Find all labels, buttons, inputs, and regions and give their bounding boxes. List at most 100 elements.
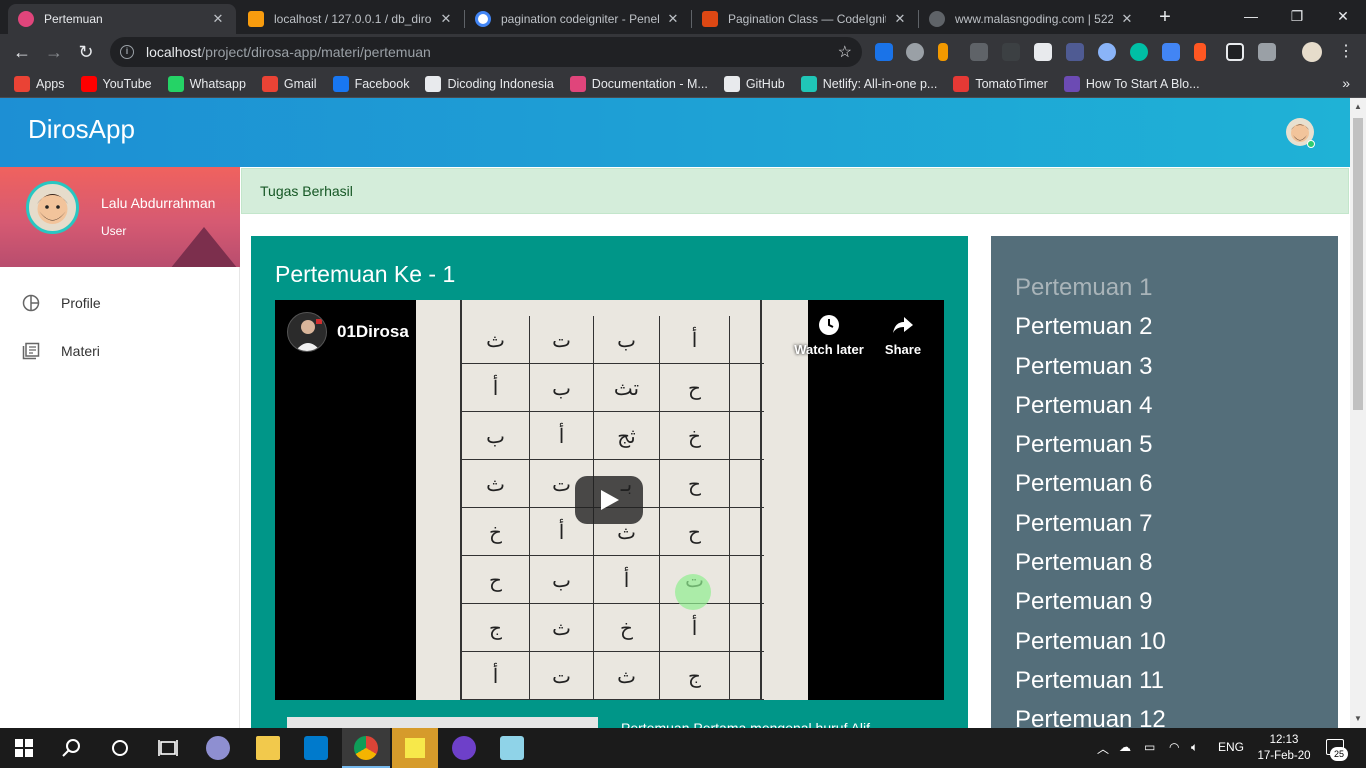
pertemuan-link[interactable]: Pertemuan 9 (1015, 582, 1338, 621)
bookmark-label: How To Start A Blo... (1085, 76, 1200, 91)
language-indicator[interactable]: ENG (1218, 740, 1244, 754)
forward-button[interactable]: → (42, 40, 66, 64)
site-info-icon[interactable]: i (120, 45, 134, 59)
search-icon[interactable] (60, 736, 84, 760)
tab-phpmyadmin[interactable]: localhost / 127.0.0.1 / db_dirosa ✕ (238, 4, 464, 34)
bookmark-item[interactable]: Whatsapp (167, 75, 246, 92)
tab-pertemuan[interactable]: Pertemuan ✕ (8, 4, 236, 34)
extension-php-icon[interactable] (1066, 43, 1084, 61)
chrome-icon[interactable] (354, 736, 378, 760)
vscode-icon[interactable] (304, 736, 328, 760)
minimize-button[interactable]: — (1228, 0, 1274, 32)
pertemuan-link[interactable]: Pertemuan 1 (1015, 268, 1338, 307)
back-button[interactable]: ← (10, 40, 34, 64)
close-tab-icon[interactable]: ✕ (892, 11, 908, 27)
extension-notes-icon[interactable] (1034, 43, 1052, 61)
channel-avatar[interactable] (287, 312, 327, 352)
extension-circle-icon[interactable] (1098, 43, 1116, 61)
mdn-icon (569, 75, 586, 92)
extension-fire-icon[interactable] (1194, 43, 1206, 61)
video-frame-cell: ث (462, 460, 530, 508)
bookmark-item[interactable]: Documentation - M... (569, 75, 708, 92)
tab-malasngoding[interactable]: www.malasngoding.com | 522 ✕ (919, 4, 1145, 34)
apps-grid-icon (14, 75, 30, 92)
extension-drive-icon[interactable] (1258, 43, 1276, 61)
tab-codeigniter[interactable]: Pagination Class — CodeIgniter 3 ✕ (692, 4, 918, 34)
show-hidden-icons-icon[interactable]: ︿ (1097, 740, 1109, 757)
task-view-icon[interactable] (156, 736, 180, 760)
browser-tab-strip: Pertemuan ✕ localhost / 127.0.0.1 / db_d… (0, 0, 1366, 34)
onedrive-cloud-icon[interactable]: ☁ (1119, 740, 1131, 754)
close-tab-icon[interactable]: ✕ (210, 11, 226, 27)
video-frame-cell: أ (462, 652, 530, 700)
extension-ruler-icon[interactable] (970, 43, 988, 61)
close-tab-icon[interactable]: ✕ (665, 11, 681, 27)
pertemuan-link[interactable]: Pertemuan 12 (1015, 700, 1338, 728)
close-tab-icon[interactable]: ✕ (438, 11, 454, 27)
video-frame-row: أ ب تث ح (462, 364, 764, 412)
extension-box-icon[interactable] (1226, 43, 1244, 61)
extension-font-icon[interactable] (1002, 43, 1020, 61)
volume-icon[interactable]: 🔈︎ (1191, 740, 1198, 755)
bookmark-item[interactable]: How To Start A Blo... (1063, 75, 1200, 92)
pertemuan-link[interactable]: Pertemuan 3 (1015, 347, 1338, 386)
pertemuan-link[interactable]: Pertemuan 6 (1015, 464, 1338, 503)
restore-button[interactable]: ❐ (1274, 0, 1320, 32)
sidebar-item-profile[interactable]: Profile (0, 281, 240, 325)
github-desktop-icon[interactable] (452, 736, 476, 760)
battery-icon[interactable]: ▭ (1144, 740, 1155, 754)
play-button[interactable] (575, 476, 643, 524)
extension-google-translate-icon[interactable] (1162, 43, 1180, 61)
bookmark-item[interactable]: YouTube (80, 75, 152, 92)
bookmark-star-icon[interactable]: ☆ (838, 42, 852, 62)
address-bar[interactable]: i localhost /project/dirosa-app/materi/p… (110, 37, 862, 67)
tab-google-search[interactable]: pagination codeigniter - Penelusuran Goo… (465, 4, 691, 34)
page-scrollbar[interactable]: ▲ ▼ (1350, 98, 1366, 728)
extension-gear-icon[interactable] (906, 43, 924, 61)
watch-later-button[interactable]: Watch later (793, 314, 865, 357)
snipping-tool-icon[interactable] (500, 736, 524, 760)
channel-avatar-icon (295, 319, 322, 351)
video-thumbnail[interactable] (287, 717, 598, 728)
browser-menu-icon[interactable]: ⋮ (1334, 40, 1358, 64)
scroll-down-arrow-icon[interactable]: ▼ (1350, 714, 1366, 723)
bookmarks-overflow-button[interactable]: » (1342, 75, 1350, 91)
bookmark-item[interactable]: Netlify: All-in-one p... (800, 75, 937, 92)
share-button[interactable]: Share (867, 314, 939, 357)
bookmark-item[interactable]: Dicoding Indonesia (425, 75, 554, 92)
bookmark-item[interactable]: GitHub (723, 75, 785, 92)
extension-m-icon[interactable] (1130, 43, 1148, 61)
brand-logo[interactable]: DirosApp (28, 114, 135, 145)
bookmark-label: Whatsapp (189, 76, 246, 91)
extension-translate-icon[interactable] (875, 43, 893, 61)
bookmark-item[interactable]: Apps (14, 75, 65, 92)
scroll-up-arrow-icon[interactable]: ▲ (1350, 102, 1366, 111)
windows-start-icon[interactable] (12, 736, 36, 760)
bookmark-item[interactable]: TomatoTimer (953, 75, 1048, 92)
file-explorer-icon[interactable] (256, 736, 280, 760)
pertemuan-link[interactable]: Pertemuan 11 (1015, 661, 1338, 700)
close-window-button[interactable]: ✕ (1320, 0, 1366, 32)
scrollbar-thumb[interactable] (1353, 118, 1363, 410)
bookmark-item[interactable]: Facebook (332, 75, 409, 92)
pertemuan-link[interactable]: Pertemuan 8 (1015, 543, 1338, 582)
pertemuan-link[interactable]: Pertemuan 7 (1015, 504, 1338, 543)
pertemuan-link[interactable]: Pertemuan 10 (1015, 622, 1338, 661)
paint-app-icon[interactable] (206, 736, 230, 760)
pertemuan-link[interactable]: Pertemuan 2 (1015, 307, 1338, 346)
profile-avatar-icon[interactable] (1302, 42, 1322, 62)
sidebar-item-materi[interactable]: Materi (0, 329, 240, 373)
new-tab-button[interactable]: + (1154, 6, 1176, 28)
bookmark-item[interactable]: Gmail (261, 75, 317, 92)
reload-button[interactable]: ↻ (74, 40, 98, 64)
channel-name[interactable]: 01Dirosa (337, 322, 409, 342)
pertemuan-link[interactable]: Pertemuan 4 (1015, 386, 1338, 425)
extension-pick-icon[interactable] (938, 43, 948, 61)
cortana-icon[interactable] (108, 736, 132, 760)
taskbar-clock[interactable]: 12:13 17-Feb-20 (1254, 732, 1314, 764)
close-tab-icon[interactable]: ✕ (1119, 11, 1135, 27)
pertemuan-link[interactable]: Pertemuan 5 (1015, 425, 1338, 464)
youtube-player[interactable]: ثتبأأبتثحبأثجخثتبـحخأثححبأتجثخأأتثج 01Di… (275, 300, 944, 700)
share-arrow-icon (893, 317, 913, 333)
wifi-icon[interactable]: ◠ (1169, 740, 1179, 754)
